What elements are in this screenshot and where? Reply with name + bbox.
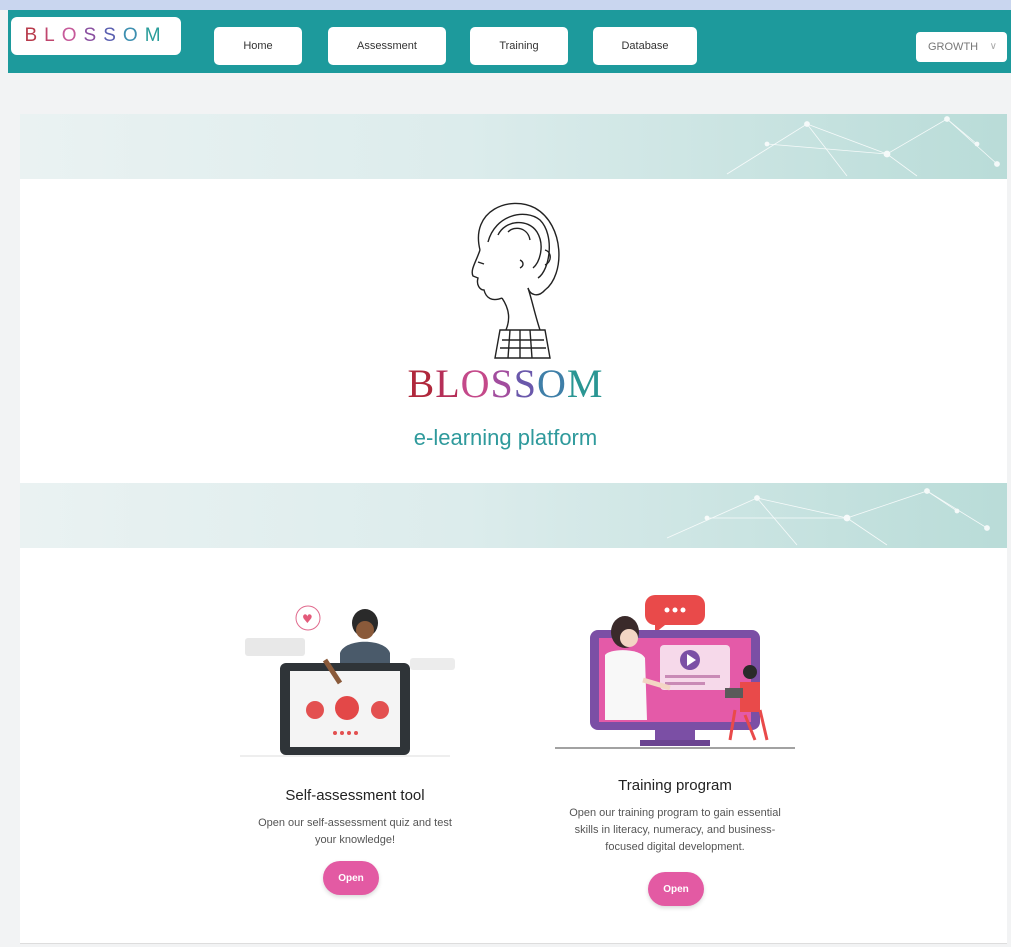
svg-text:♥: ♥ [302,612,313,626]
self-assessment-open-button[interactable]: Open [323,861,379,895]
brand-letter: O [122,25,145,46]
browser-top-strip [0,0,1011,10]
brand-letter: S [103,25,123,46]
decorative-band-top [20,114,1007,179]
self-assessment-title: Self-assessment tool [285,787,425,804]
training-program-description-line: skills in literacy, numeracy, and busine… [574,824,776,836]
wordmark-letter: M [566,361,604,406]
network-pattern-icon [726,116,1000,177]
self-assessment-illustration-icon: ♥ [240,605,455,757]
nav-database-button[interactable]: Database [593,27,697,65]
training-program-title: Training program [618,777,732,794]
wordmark-letter: S [513,361,538,406]
brand-letter: S [83,25,104,46]
nav-home-button[interactable]: Home [214,27,302,65]
nav-training-button[interactable]: Training [470,27,568,65]
self-assessment-description-line: Open our self-assessment quiz and test [258,817,452,829]
hero-tagline-wrap: e-learning platform [0,425,1011,451]
self-assessment-description-line: your knowledge! [314,834,396,846]
wordmark-letter: O [460,361,491,406]
network-pattern-icon [666,488,990,546]
self-assessment-description: Open our self-assessment quiz and test y… [200,815,510,849]
hero-tagline: e-learning platform [413,425,598,450]
training-program-open-button[interactable]: Open [648,872,704,906]
hero-wordmark: BLOSSOM [0,360,1011,407]
brand-letter: L [44,25,62,46]
brand-letter: O [61,25,84,46]
training-program-description-line: Open our training program to gain essent… [569,807,781,819]
wordmark-letter: S [490,361,514,406]
brand-logo[interactable]: BLOSSOM [11,17,181,55]
training-program-description: Open our training program to gain essent… [525,805,825,856]
nav-assessment-button[interactable]: Assessment [328,27,446,65]
chevron-down-icon: ∨ [989,41,997,52]
training-program-illustration-icon [555,595,795,749]
wordmark-letter: O [537,361,567,406]
woman-portrait-icon [471,202,560,359]
brand-letter: M [144,25,168,46]
wordmark-letter: B [407,361,436,406]
training-program-description-line: focused digital development. [605,841,745,853]
growth-dropdown-label: GROWTH [928,41,979,53]
wordmark-letter: L [435,361,461,406]
brand-letter: B [24,25,45,46]
decorative-band-bottom [20,483,1007,548]
growth-dropdown[interactable]: GROWTH ∨ [916,32,1007,62]
